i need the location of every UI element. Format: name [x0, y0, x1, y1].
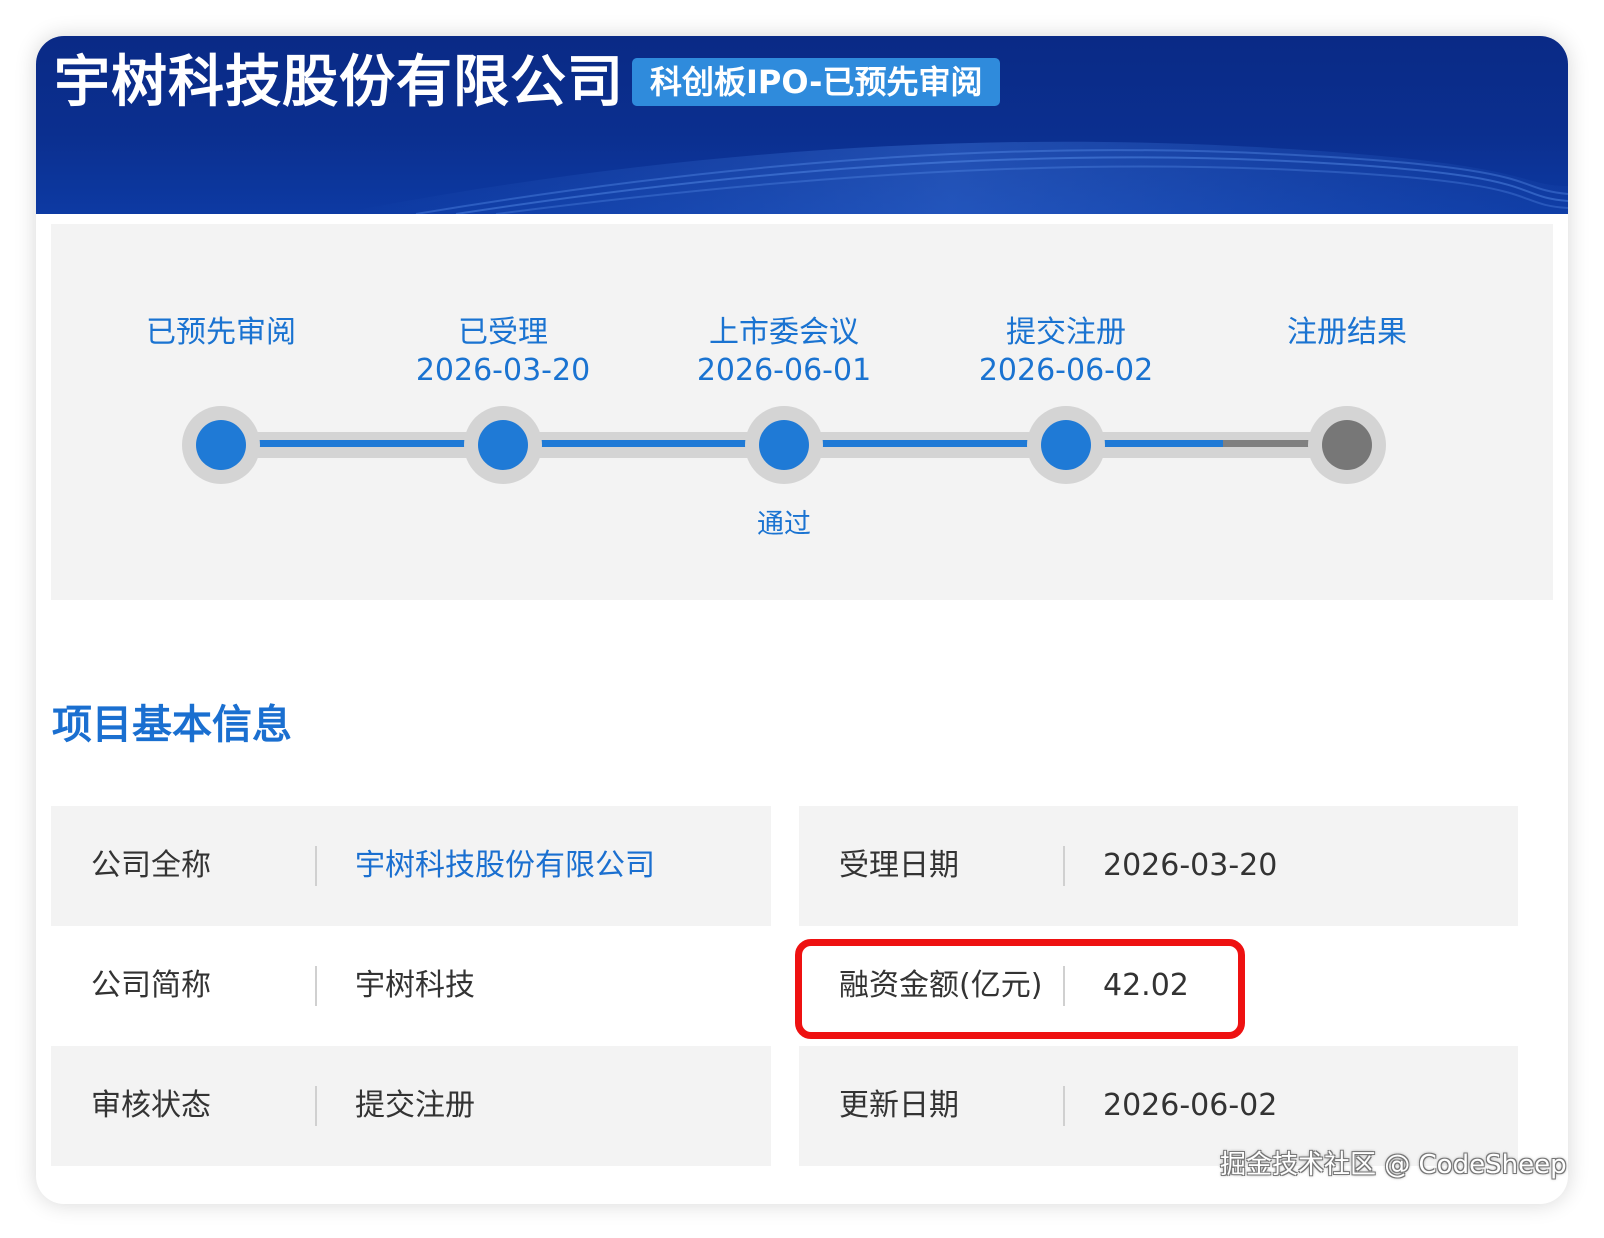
step-1-node[interactable] — [182, 406, 260, 484]
step-date: 2026-06-02 — [978, 353, 1154, 388]
info-value: 提交注册 — [355, 1088, 475, 1123]
info-divider — [1063, 846, 1065, 886]
step-date: 2026-06-01 — [696, 353, 872, 388]
step-node-dot — [478, 420, 528, 470]
info-cell-review-status: 审核状态 提交注册 — [51, 1046, 771, 1166]
info-label: 更新日期 — [839, 1088, 959, 1123]
ipo-card: 宇树科技股份有限公司 科创板IPO-已预先审阅 已预先审阅 已受理 2026-0… — [36, 36, 1568, 1204]
info-label: 审核状态 — [91, 1088, 211, 1123]
step-5-node[interactable] — [1308, 406, 1386, 484]
step-node-dot — [1322, 420, 1372, 470]
info-value: 2026-03-20 — [1103, 848, 1278, 883]
section-title: 项目基本信息 — [52, 702, 292, 748]
info-value: 宇树科技 — [355, 968, 475, 1003]
info-cell-short-name: 公司简称 宇树科技 — [51, 926, 771, 1046]
info-divider — [315, 966, 317, 1006]
step-2-label: 已受理 2026-03-20 — [373, 314, 633, 390]
step-node-dot — [196, 420, 246, 470]
step-name: 上市委会议 — [709, 315, 859, 350]
header-banner: 宇树科技股份有限公司 科创板IPO-已预先审阅 — [36, 36, 1568, 214]
step-5-label: 注册结果 — [1217, 314, 1477, 352]
step-4-label: 提交注册 2026-06-02 — [936, 314, 1196, 390]
step-2-node[interactable] — [464, 406, 542, 484]
board-status-badge: 科创板IPO-已预先审阅 — [632, 58, 1001, 106]
step-3-label: 上市委会议 2026-06-01 — [654, 314, 914, 390]
step-node-dot — [1041, 420, 1091, 470]
step-1-label: 已预先审阅 — [91, 314, 351, 352]
step-name: 已受理 — [458, 315, 548, 350]
step-node-dot — [759, 420, 809, 470]
financing-highlight-box — [795, 939, 1245, 1039]
info-cell-accept-date: 受理日期 2026-03-20 — [799, 806, 1518, 926]
step-3-result: 通过 — [757, 509, 811, 540]
info-cell-full-name: 公司全称 宇树科技股份有限公司 — [51, 806, 771, 926]
info-divider — [1063, 1086, 1065, 1126]
watermark: 掘金技术社区 @ CodeSheep — [1220, 1150, 1567, 1180]
step-name: 已预先审阅 — [146, 315, 296, 350]
step-4-node[interactable] — [1027, 406, 1105, 484]
step-name: 注册结果 — [1287, 315, 1407, 350]
info-divider — [315, 1086, 317, 1126]
info-divider — [315, 846, 317, 886]
step-date: 2026-03-20 — [415, 353, 591, 388]
step-name: 提交注册 — [1006, 315, 1126, 350]
step-3-node[interactable] — [745, 406, 823, 484]
review-progress-panel: 已预先审阅 已受理 2026-03-20 上市委会议 2026-06-01 提交… — [51, 224, 1553, 600]
info-label: 受理日期 — [839, 848, 959, 883]
company-title: 宇树科技股份有限公司 — [54, 50, 624, 115]
info-label: 公司全称 — [91, 848, 211, 883]
info-label: 公司简称 — [91, 968, 211, 1003]
company-name-link[interactable]: 宇树科技股份有限公司 — [355, 806, 655, 926]
